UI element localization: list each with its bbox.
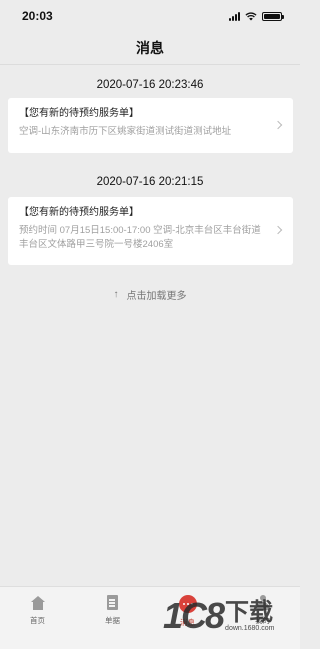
status-bar: 20:03 [0, 0, 300, 32]
status-time: 20:03 [22, 9, 53, 23]
chevron-right-icon [273, 225, 283, 235]
tab-orders[interactable]: 单据 [83, 595, 143, 626]
battery-icon [262, 11, 284, 21]
message-card[interactable]: 【您有新的待预约服务单】 空调-山东济南市历下区姚家街道测试街道测试地址 [8, 98, 293, 153]
home-icon [30, 595, 46, 611]
orders-icon [105, 595, 121, 611]
load-more-label: 点击加载更多 [126, 291, 187, 302]
message-title: 【您有新的待预约服务单】 [19, 207, 139, 218]
header-divider [0, 64, 300, 65]
tab-label: 首页 [30, 616, 45, 625]
watermark-logo: 1C8 下载 down.1680.com [163, 598, 274, 634]
page-title: 消息 [136, 40, 164, 56]
message-timestamp: 2020-07-16 20:21:15 [96, 176, 204, 188]
arrow-up-icon: ↑ [113, 289, 119, 300]
watermark-text: 下载 [225, 598, 274, 626]
message-body: 预约时间 07月15日15:00-17:00 空调-北京丰台区丰台街道丰台区文体… [19, 225, 261, 250]
message-body: 空调-山东济南市历下区姚家街道测试街道测试地址 [19, 126, 232, 137]
wifi-icon [245, 11, 257, 20]
message-title: 【您有新的待预约服务单】 [19, 108, 139, 119]
tab-home[interactable]: 首页 [8, 595, 68, 626]
signal-icon [229, 11, 240, 21]
load-more-button[interactable]: ↑ 点击加载更多 [0, 287, 300, 302]
message-list[interactable]: 2020-07-16 20:23:46 【您有新的待预约服务单】 空调-山东济南… [0, 64, 300, 586]
message-timestamp: 2020-07-16 20:23:46 [96, 79, 204, 91]
status-icons [229, 11, 284, 21]
nav-bar: 消息 [0, 32, 300, 64]
tab-label: 单据 [105, 616, 120, 625]
watermark-url: down.1680.com [225, 624, 275, 632]
message-card[interactable]: 【您有新的待预约服务单】 预约时间 07月15日15:00-17:00 空调-北… [8, 197, 293, 265]
chevron-right-icon [273, 120, 283, 130]
watermark-logo-text: 1C8 [163, 595, 225, 636]
